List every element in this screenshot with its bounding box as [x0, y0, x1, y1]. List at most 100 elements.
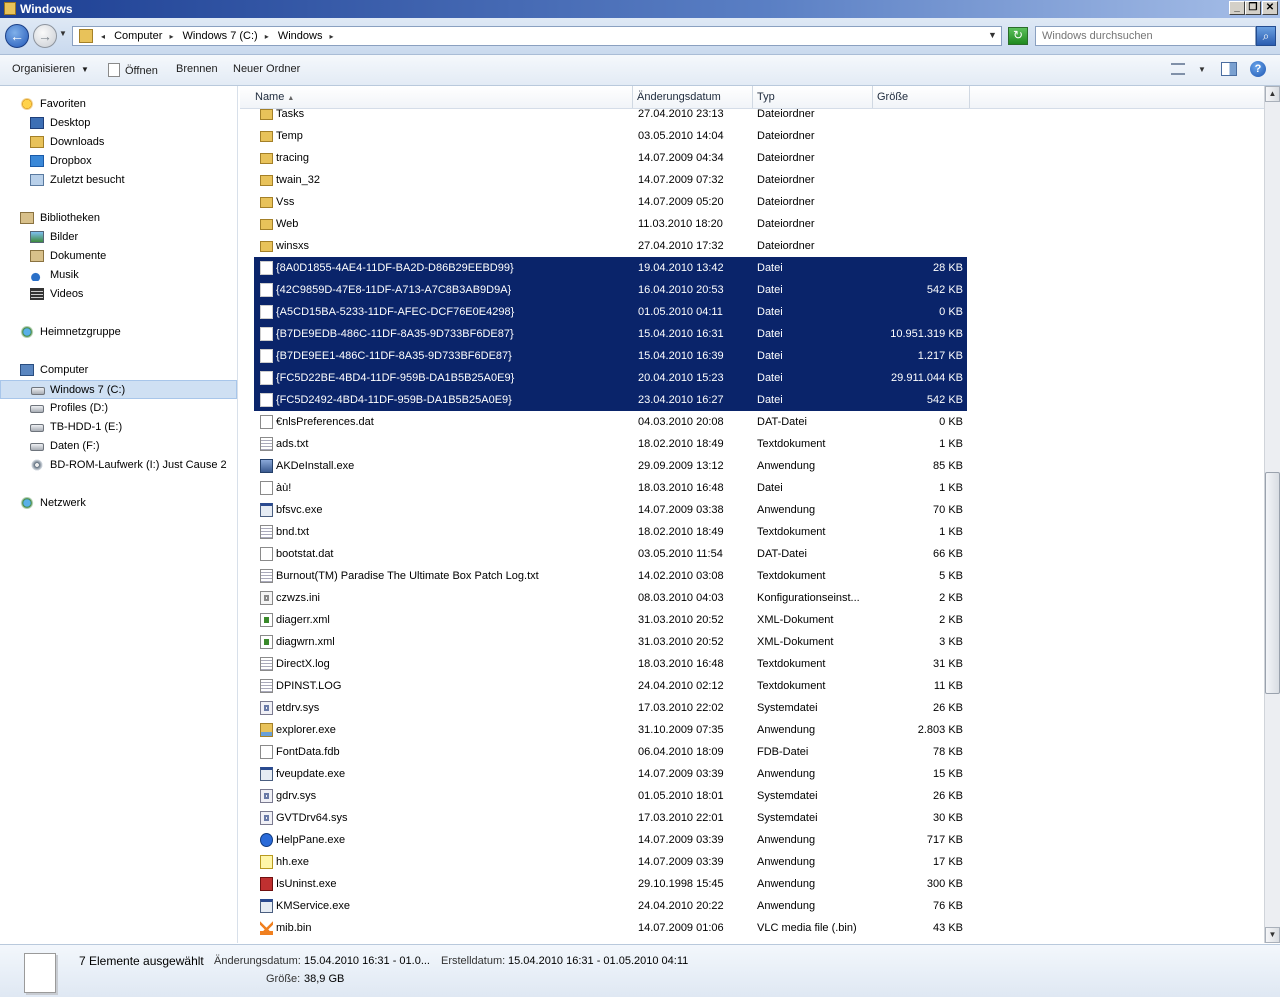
file-row[interactable]: etdrv.sys 17.03.2010 22:02 Systemdatei 26 K…	[254, 697, 967, 719]
column-divider[interactable]	[752, 86, 753, 108]
chevron-right-icon[interactable]: ▸	[169, 32, 173, 41]
new-folder-button[interactable]: Neuer Ordner	[233, 63, 300, 75]
file-row[interactable]: gdrv.sys 01.05.2010 18:01 Systemdatei 26 KB	[254, 785, 967, 807]
file-row[interactable]: DirectX.log 18.03.2010 16:48 Textdokument 3…	[254, 653, 967, 675]
nav-favorites[interactable]: Favoriten	[0, 95, 237, 114]
column-header-size[interactable]: Größe	[877, 91, 908, 103]
nav-documents[interactable]: Dokumente	[0, 247, 237, 266]
nav-pictures[interactable]: Bilder	[0, 228, 237, 247]
file-row[interactable]: explorer.exe 31.10.2009 07:35 Anwendung 2.8…	[254, 719, 967, 741]
file-row[interactable]: {B7DE9EDB-486C-11DF-8A35-9D733BF6DE87} 15…	[254, 323, 967, 345]
file-type: Anwendung	[757, 460, 816, 472]
open-button[interactable]: Öffnen	[108, 63, 158, 77]
file-row[interactable]: diagerr.xml 31.03.2010 20:52 XML-Dokument 2…	[254, 609, 967, 631]
file-row[interactable]: DPINST.LOG 24.04.2010 02:12 Textdokument 11…	[254, 675, 967, 697]
refresh-button[interactable]: ↻	[1008, 27, 1028, 45]
nav-libraries[interactable]: Bibliotheken	[0, 209, 237, 228]
nav-videos[interactable]: Videos	[0, 285, 237, 304]
file-row[interactable]: ads.txt 18.02.2010 18:49 Textdokument 1 KB	[254, 433, 967, 455]
chevron-right-icon[interactable]: ▸	[265, 32, 269, 41]
breadcrumb-windows[interactable]: Windows	[278, 30, 323, 42]
views-dropdown-icon[interactable]: ▼	[1198, 65, 1206, 74]
nav-drive-i[interactable]: BD-ROM-Laufwerk (I:) Just Cause 2	[0, 456, 237, 475]
column-header-name[interactable]: Name ▲	[255, 91, 294, 103]
nav-drive-f[interactable]: Daten (F:)	[0, 437, 237, 456]
column-header-type[interactable]: Typ	[757, 91, 775, 103]
file-row[interactable]: bfsvc.exe 14.07.2009 03:38 Anwendung 70 KB	[254, 499, 967, 521]
file-row[interactable]: {A5CD15BA-5233-11DF-AFEC-DCF76E0E4298} 01…	[254, 301, 967, 323]
folder-row[interactable]: Web 11.03.2010 18:20 Dateiordner	[254, 213, 967, 235]
nav-computer[interactable]: Computer	[0, 361, 237, 380]
file-row[interactable]: IsUninst.exe 29.10.1998 15:45 Anwendung 300…	[254, 873, 967, 895]
chevron-right-icon[interactable]: ◂	[101, 32, 105, 41]
nav-network[interactable]: Netzwerk	[0, 494, 237, 513]
nav-drive-c[interactable]: Windows 7 (C:)	[0, 380, 237, 399]
column-divider[interactable]	[632, 86, 633, 108]
file-row[interactable]: czwzs.ini 08.03.2010 04:03 Konfigurationse…	[254, 587, 967, 609]
file-row[interactable]: €nlsPreferences.dat 04.03.2010 20:08 DAT-D…	[254, 411, 967, 433]
scroll-thumb[interactable]	[1265, 472, 1280, 694]
column-header-date[interactable]: Änderungsdatum	[637, 91, 721, 103]
file-name: twain_32	[276, 174, 321, 186]
folder-row[interactable]: Vss 14.07.2009 05:20 Dateiordner	[254, 191, 967, 213]
nav-drive-d[interactable]: Profiles (D:)	[0, 399, 237, 418]
search-icon[interactable]: ⌕	[1256, 26, 1276, 46]
address-dropdown-icon[interactable]: ▼	[988, 30, 997, 40]
file-row[interactable]: àù! 18.03.2010 16:48 Datei 1 KB	[254, 477, 967, 499]
help-icon[interactable]: ?	[1250, 61, 1266, 77]
breadcrumb-computer[interactable]: Computer	[114, 30, 162, 42]
file-row[interactable]: hh.exe 14.07.2009 03:39 Anwendung 17 KB	[254, 851, 967, 873]
file-row[interactable]: diagwrn.xml 31.03.2010 20:52 XML-Dokument 3…	[254, 631, 967, 653]
restore-button[interactable]: ❐	[1245, 1, 1261, 15]
scroll-down-button[interactable]: ▼	[1265, 927, 1280, 943]
column-divider[interactable]	[969, 86, 970, 108]
file-row[interactable]: AKDeInstall.exe 29.09.2009 13:12 Anwendung…	[254, 455, 967, 477]
file-row[interactable]: {FC5D2492-4BD4-11DF-959B-DA1B5B25A0E9} 23…	[254, 389, 967, 411]
nav-downloads[interactable]: Downloads	[0, 133, 237, 152]
nav-dropbox[interactable]: Dropbox	[0, 152, 237, 171]
folder-row[interactable]: winsxs 27.04.2010 17:32 Dateiordner	[254, 235, 967, 257]
file-row[interactable]: {FC5D22BE-4BD4-11DF-959B-DA1B5B25A0E9} 20…	[254, 367, 967, 389]
file-size: 5 KB	[939, 570, 963, 582]
minimize-button[interactable]: _	[1229, 1, 1245, 15]
forward-button[interactable]: →	[33, 24, 57, 48]
file-row[interactable]: fveupdate.exe 14.07.2009 03:39 Anwendung 15…	[254, 763, 967, 785]
address-field[interactable]: ◂ Computer ▸ Windows 7 (C:) ▸ Windows ▸	[72, 26, 1002, 46]
nav-homegroup[interactable]: Heimnetzgruppe	[0, 323, 237, 342]
nav-music[interactable]: Musik	[0, 266, 237, 285]
close-button[interactable]: ✕	[1262, 1, 1278, 15]
nav-recent[interactable]: Zuletzt besucht	[0, 171, 237, 190]
nav-desktop[interactable]: Desktop	[0, 114, 237, 133]
file-row[interactable]: bnd.txt 18.02.2010 18:49 Textdokument 1 KB	[254, 521, 967, 543]
organize-button[interactable]: Organisieren ▼	[12, 63, 89, 75]
breadcrumb-drive-c[interactable]: Windows 7 (C:)	[183, 30, 258, 42]
file-row[interactable]: {42C9859D-47E8-11DF-A713-A7C8B3AB9D9A} 16…	[254, 279, 967, 301]
vertical-scrollbar[interactable]: ▲ ▼	[1264, 86, 1280, 943]
file-row[interactable]: KMService.exe 24.04.2010 20:22 Anwendung 76…	[254, 895, 967, 917]
folder-row[interactable]: Temp 03.05.2010 14:04 Dateiordner	[254, 125, 967, 147]
folder-row[interactable]: Tasks 27.04.2010 23:13 Dateiordner	[254, 108, 967, 125]
nav-drive-e[interactable]: TB-HDD-1 (E:)	[0, 418, 237, 437]
file-row[interactable]: HelpPane.exe 14.07.2009 03:39 Anwendung 717…	[254, 829, 967, 851]
recent-pages-dropdown-icon[interactable]: ▼	[59, 29, 67, 38]
preview-pane-icon[interactable]	[1221, 62, 1237, 76]
file-row[interactable]: bootstat.dat 03.05.2010 11:54 DAT-Datei 66 …	[254, 543, 967, 565]
folder-row[interactable]: twain_32 14.07.2009 07:32 Dateiordner	[254, 169, 967, 191]
file-row[interactable]: {B7DE9EE1-486C-11DF-8A35-9D733BF6DE87} 15…	[254, 345, 967, 367]
file-row[interactable]: mib.bin 14.07.2009 01:06 VLC media file (.…	[254, 917, 967, 939]
back-button[interactable]: ←	[5, 24, 29, 48]
scroll-up-button[interactable]: ▲	[1265, 86, 1280, 102]
file-name: bootstat.dat	[276, 548, 334, 560]
file-row[interactable]: GVTDrv64.sys 17.03.2010 22:01 Systemdatei 3…	[254, 807, 967, 829]
file-date: 24.04.2010 02:12	[638, 680, 724, 692]
change-view-icon[interactable]	[1171, 63, 1185, 75]
chevron-right-icon[interactable]: ▸	[330, 32, 334, 41]
file-row[interactable]: FontData.fdb 06.04.2010 18:09 FDB-Datei 78 …	[254, 741, 967, 763]
file-row[interactable]: Burnout(TM) Paradise The Ultimate Box Pa…	[254, 565, 967, 587]
burn-button[interactable]: Brennen	[176, 63, 218, 75]
column-divider[interactable]	[872, 86, 873, 108]
title-bar[interactable]: Windows _ ❐ ✕	[0, 0, 1280, 18]
folder-row[interactable]: tracing 14.07.2009 04:34 Dateiordner	[254, 147, 967, 169]
file-row[interactable]: {8A0D1855-4AE4-11DF-BA2D-D86B29EEBD99} 19…	[254, 257, 967, 279]
search-input[interactable]	[1035, 26, 1256, 46]
